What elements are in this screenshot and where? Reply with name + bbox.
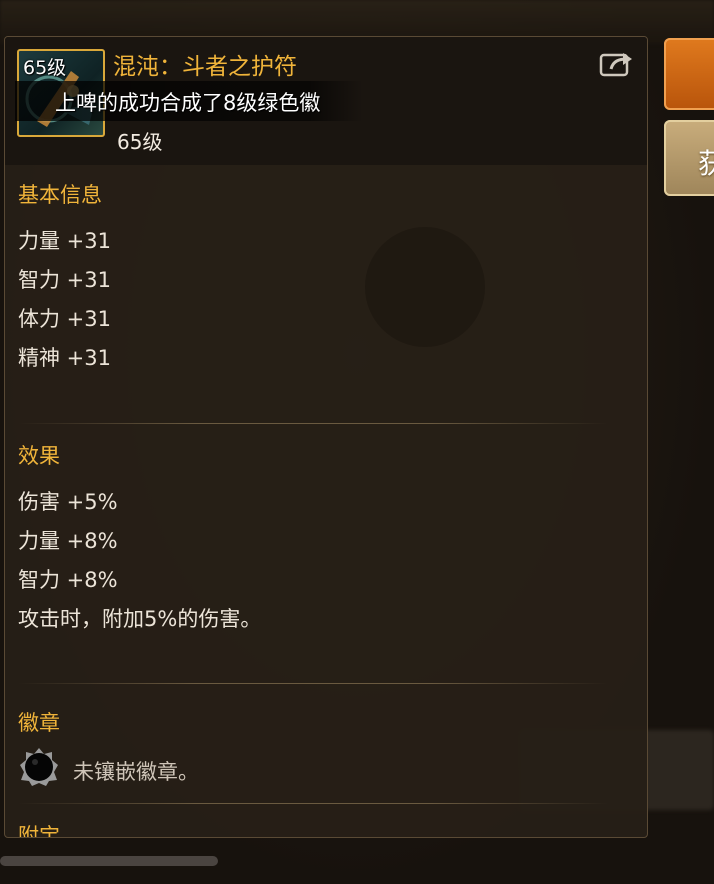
- item-icon-level: 65级: [23, 57, 67, 79]
- horizontal-scrollbar[interactable]: [0, 856, 218, 866]
- effects-title: 效果: [18, 444, 60, 468]
- side-action-button[interactable]: [664, 38, 714, 110]
- panel-watermark: [365, 227, 485, 347]
- effect-intelligence: 智力 +8%: [18, 568, 118, 592]
- section-divider: [18, 423, 608, 424]
- obtain-button[interactable]: 获: [664, 120, 714, 196]
- section-divider: [18, 803, 608, 804]
- effect-bonus-damage: 攻击时，附加5%的伤害。: [18, 607, 262, 631]
- basic-stat-strength: 力量 +31: [18, 229, 111, 253]
- effect-strength: 力量 +8%: [18, 529, 118, 553]
- badge-empty-text: 未镶嵌徽章。: [73, 760, 199, 784]
- badge-slot-icon: [19, 747, 59, 787]
- effect-damage: 伤害 +5%: [18, 490, 118, 514]
- share-icon[interactable]: [599, 49, 635, 79]
- basic-stat-vitality: 体力 +31: [18, 307, 111, 331]
- system-broadcast: 上啤的成功合成了8级绿色徽: [15, 81, 363, 121]
- item-tooltip-panel: 65级 混沌：斗者之护符 上啤的成功合成了8级绿色徽 65级 基本信息 力量 +…: [4, 36, 648, 838]
- game-screen: 获 65级 混沌：斗者之护符 上啤的成功合成了8级绿色徽 65级 基本信息 力量…: [0, 0, 714, 884]
- basic-info-title: 基本信息: [18, 183, 102, 207]
- item-name: 混沌：斗者之护符: [113, 54, 297, 80]
- next-section-title: 附宝: [18, 824, 60, 838]
- broadcast-text: 上啤的成功合成了8级绿色徽: [55, 91, 321, 115]
- basic-stat-spirit: 精神 +31: [18, 346, 111, 370]
- section-divider: [18, 683, 608, 684]
- obtain-button-label: 获: [698, 147, 714, 180]
- item-level: 65级: [117, 130, 163, 154]
- badge-title: 徽章: [18, 711, 60, 735]
- basic-stat-intelligence: 智力 +31: [18, 268, 111, 292]
